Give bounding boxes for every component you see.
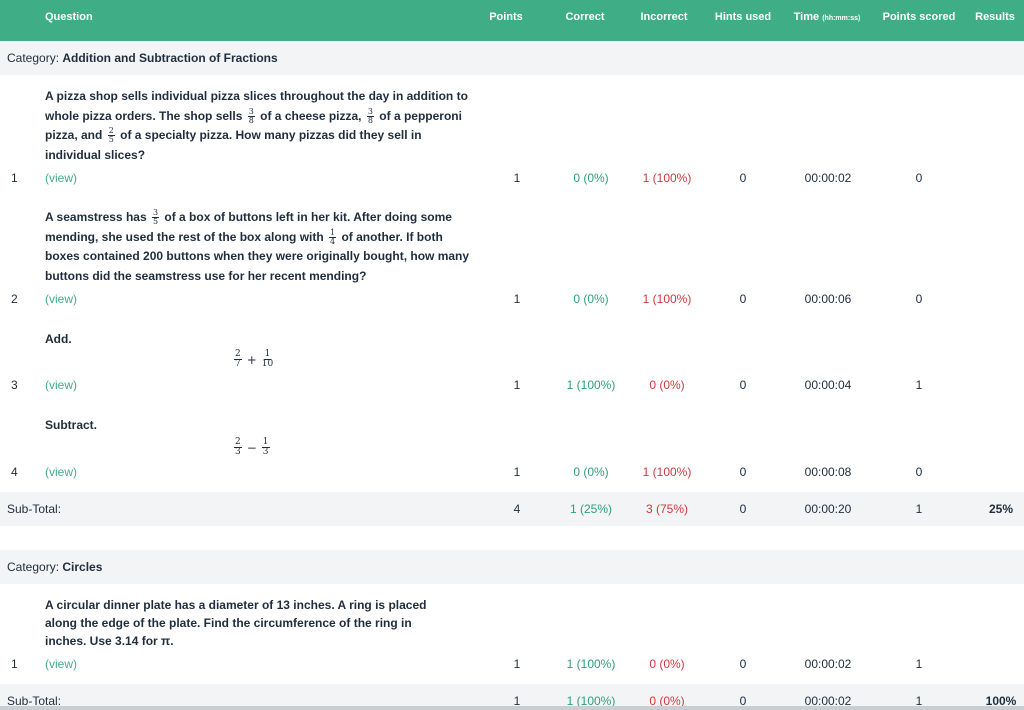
points-scored-cell: 0 xyxy=(915,171,923,185)
fraction-denominator: 3 xyxy=(262,447,269,457)
fraction: 27 xyxy=(234,350,242,369)
question-text-part: of a cheese pizza, xyxy=(256,108,365,123)
category-row: Category: Addition and Subtraction of Fr… xyxy=(0,41,1024,75)
question-text: A pizza shop sells individual pizza slic… xyxy=(45,87,475,165)
header-points-scored[interactable]: Points scored xyxy=(883,11,956,23)
category-prefix: Category: xyxy=(7,51,63,65)
math-expression: 23 − 13 xyxy=(232,438,272,457)
incorrect-cell: 0 (0%) xyxy=(649,378,685,392)
fraction-denominator: 5 xyxy=(152,217,159,227)
fraction-denominator: 4 xyxy=(330,236,336,246)
fraction: 14 xyxy=(329,228,337,246)
header-time-format: (hh:mm:ss) xyxy=(822,15,861,22)
points-cell: 1 xyxy=(513,171,521,185)
hints-cell: 0 xyxy=(739,657,747,671)
fraction-denominator: 5 xyxy=(108,135,114,145)
correct-cell: 1 (100%) xyxy=(566,378,616,392)
fraction-denominator: 8 xyxy=(367,115,373,125)
hints-cell: 0 xyxy=(739,292,747,306)
header-question[interactable]: Question xyxy=(45,11,93,23)
header-points[interactable]: Points xyxy=(489,11,523,23)
correct-cell: 0 (0%) xyxy=(573,292,609,306)
view-link[interactable]: (view) xyxy=(45,465,77,479)
points-cell: 1 xyxy=(513,465,521,479)
correct-cell: 0 (0%) xyxy=(573,171,609,185)
category-name: Circles xyxy=(62,560,103,574)
category-name: Addition and Subtraction of Fractions xyxy=(62,51,278,65)
subtotal-incorrect: 3 (75%) xyxy=(645,502,689,516)
fraction: 25 xyxy=(107,127,115,145)
category-row: Category: Circles xyxy=(0,550,1024,584)
points-scored-cell: 1 xyxy=(915,657,923,671)
question-number: 3 xyxy=(11,378,18,392)
view-link[interactable]: (view) xyxy=(45,171,77,185)
subtotal-points: 4 xyxy=(513,502,521,516)
section-spacer xyxy=(0,526,1024,548)
points-scored-cell: 0 xyxy=(915,292,923,306)
category-label: Category: Circles xyxy=(7,560,102,574)
time-cell: 00:00:04 xyxy=(804,378,852,392)
time-cell: 00:00:02 xyxy=(804,657,852,671)
subtotal-result: 25% xyxy=(988,502,1014,516)
time-cell: 00:00:08 xyxy=(804,465,852,479)
fraction-denominator: 8 xyxy=(248,115,254,125)
subtotal-points-scored: 1 xyxy=(915,502,923,516)
question-text: Add. xyxy=(45,332,72,346)
fraction: 1 10 xyxy=(262,350,273,369)
question-text: A circular dinner plate has a diameter o… xyxy=(45,598,427,648)
fraction: 23 xyxy=(234,438,242,457)
correct-cell: 1 (100%) xyxy=(566,657,616,671)
header-time-label: Time xyxy=(793,11,820,23)
incorrect-cell: 1 (100%) xyxy=(642,292,692,306)
question-number: 1 xyxy=(11,171,18,185)
hints-cell: 0 xyxy=(739,171,747,185)
fraction: 13 xyxy=(261,438,270,457)
points-scored-cell: 1 xyxy=(915,378,923,392)
view-link[interactable]: (view) xyxy=(45,378,77,392)
fraction-denominator: 7 xyxy=(235,359,241,369)
fraction: 38 xyxy=(366,107,374,125)
question-text: A seamstress has 35 of a box of buttons … xyxy=(45,208,475,286)
fraction-denominator: 3 xyxy=(235,447,241,457)
correct-cell: 0 (0%) xyxy=(573,465,609,479)
header-incorrect[interactable]: Incorrect xyxy=(640,11,687,23)
subtotal-row: Sub-Total: 4 1 (25%) 3 (75%) 0 00:00:20 … xyxy=(0,492,1024,526)
horizontal-scrollbar[interactable] xyxy=(0,706,1024,710)
header-correct[interactable]: Correct xyxy=(565,11,604,23)
points-cell: 1 xyxy=(513,378,521,392)
math-operator: + xyxy=(246,352,257,367)
time-cell: 00:00:06 xyxy=(804,292,852,306)
category-label: Category: Addition and Subtraction of Fr… xyxy=(7,51,278,65)
header-time[interactable]: Time (hh:mm:ss) xyxy=(794,11,861,23)
fraction-denominator: 10 xyxy=(261,359,274,369)
question-number: 1 xyxy=(11,657,18,671)
table-header: Question Points Correct Incorrect Hints … xyxy=(0,0,1024,41)
header-results[interactable]: Results xyxy=(975,11,1015,23)
question-number: 2 xyxy=(11,292,18,306)
time-cell: 00:00:02 xyxy=(804,171,852,185)
subtotal-hints: 0 xyxy=(739,502,747,516)
subtotal-correct: 1 (25%) xyxy=(569,502,613,516)
points-scored-cell: 0 xyxy=(915,465,923,479)
category-prefix: Category: xyxy=(7,560,63,574)
view-link[interactable]: (view) xyxy=(45,292,77,306)
math-expression: 27 + 1 10 xyxy=(232,350,275,369)
subtotal-label: Sub-Total: xyxy=(7,502,62,516)
question-number: 4 xyxy=(11,465,18,479)
fraction: 38 xyxy=(247,107,255,125)
points-cell: 1 xyxy=(513,657,521,671)
points-cell: 1 xyxy=(513,292,521,306)
hints-cell: 0 xyxy=(739,378,747,392)
incorrect-cell: 1 (100%) xyxy=(642,465,692,479)
incorrect-cell: 0 (0%) xyxy=(649,657,685,671)
hints-cell: 0 xyxy=(739,465,747,479)
incorrect-cell: 1 (100%) xyxy=(642,171,692,185)
header-hints-used[interactable]: Hints used xyxy=(715,11,771,23)
subtotal-time: 00:00:20 xyxy=(804,502,852,516)
view-link[interactable]: (view) xyxy=(45,657,77,671)
fraction: 35 xyxy=(151,209,160,227)
question-text: Subtract. xyxy=(45,418,98,432)
question-text-part: A seamstress has xyxy=(45,210,150,224)
math-operator: − xyxy=(246,440,257,455)
